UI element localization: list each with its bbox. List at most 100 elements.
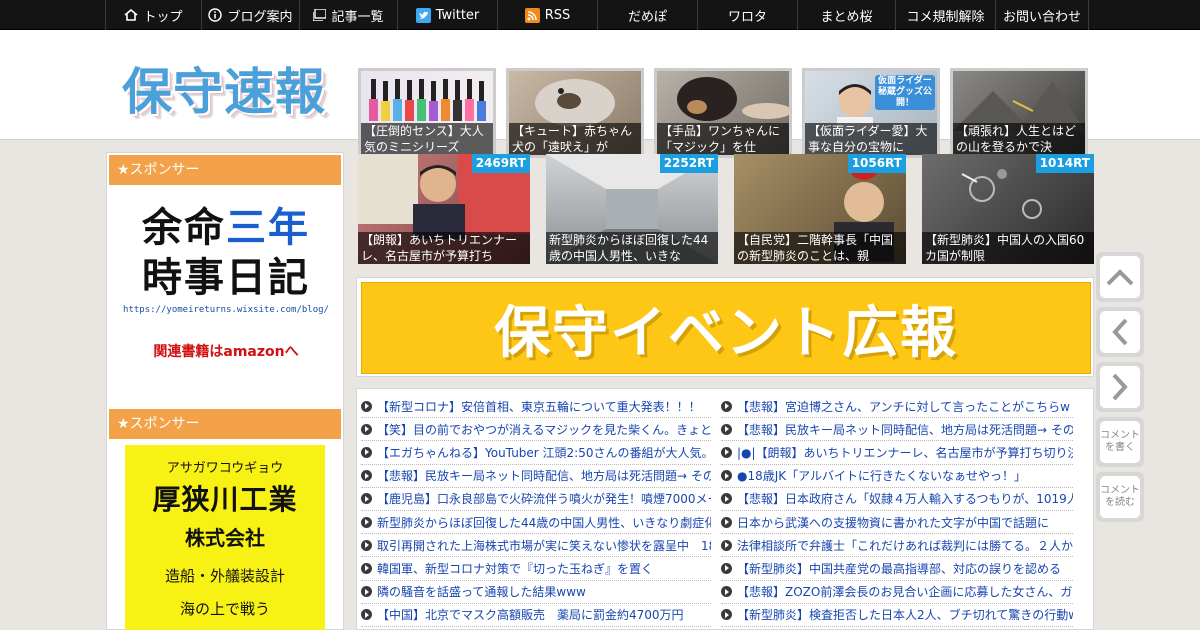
- mountain-image: [953, 81, 1085, 131]
- thumb-caption: 【頑張れ】人生とはどの山を登るかで決: [953, 123, 1085, 155]
- nav-label: 記事一覧: [331, 9, 384, 25]
- nav-damepo[interactable]: だめぽ: [597, 0, 697, 30]
- nav-blog-guide[interactable]: ブログ案内: [201, 0, 299, 30]
- write-comment-label: コメントを書く: [1100, 430, 1140, 453]
- article-title: 【中国】北京でマスク高額販売 薬局に罰金約4700万円: [377, 608, 684, 623]
- featured-article[interactable]: 2469RT 【朗報】あいちトリエンナーレ、名古屋市が予算打ち: [358, 154, 530, 264]
- thumb-caption: 【仮面ライダー愛】大事な自分の宝物に: [805, 123, 937, 155]
- chevron-up-icon: [1106, 269, 1134, 286]
- scroll-top-button[interactable]: [1096, 252, 1144, 302]
- top-navigation: トップ ブログ案内 記事一覧 Twitter RSS だめぽ ワロタ まとめ桜 …: [0, 0, 1200, 30]
- article-title: |●|【朗報】あいちトリエンナーレ、名古屋市が予算打ち切り決: [737, 445, 1073, 460]
- featured-article[interactable]: 1056RT 【自民党】二階幹事長「中国の新型肺炎のことは、親: [734, 154, 906, 264]
- nav-matome-sakura[interactable]: まとめ桜: [797, 0, 895, 30]
- play-bullet-icon: [721, 562, 732, 574]
- ad-title-part: 三年: [226, 205, 310, 251]
- thumb-overlay-text: 仮面ライダー 秘蔵グッズ公開！: [875, 75, 935, 110]
- previous-article-button[interactable]: [1096, 307, 1144, 357]
- article-link[interactable]: 取引再開された上海株式市場が実に笑えない惨状を露呈中 18: [361, 534, 711, 558]
- thumb-caption: 【圧倒的センス】大人気のミニシリーズ: [361, 123, 493, 155]
- sponsor-header: ★スポンサー: [109, 409, 341, 439]
- article-column-right: 【悲報】宮迫博之さん、アンチに対して言ったことがこちらw 【悲報】民放キー局ネット…: [721, 395, 1073, 627]
- article-link[interactable]: 【悲報】民放キー局ネット同時配信、地方局は死活問題→ その: [721, 418, 1073, 442]
- read-comment-button[interactable]: コメントを読む: [1096, 472, 1144, 522]
- article-link[interactable]: 【悲報】宮迫博之さん、アンチに対して言ったことがこちらw: [721, 395, 1073, 419]
- site-header: 保守速報 【圧倒的センス】大人気のミニシリーズ 【キュート】赤ちゃん犬の「遠吠え…: [0, 30, 1200, 158]
- chevron-left-icon: [1112, 318, 1128, 346]
- header-thumbnails: 【圧倒的センス】大人気のミニシリーズ 【キュート】赤ちゃん犬の「遠吠え」が 【手…: [358, 68, 1088, 158]
- sponsor-ad-yomei[interactable]: 余命三年 時事日記 https://yomeireturns.wixsite.c…: [117, 203, 335, 361]
- featured-articles: 2469RT 【朗報】あいちトリエンナーレ、名古屋市が予算打ち 2252RT 新…: [358, 154, 1094, 264]
- twitter-icon: [415, 7, 431, 23]
- nav-warota[interactable]: ワロタ: [697, 0, 797, 30]
- article-link[interactable]: 隣の騒音を話盛って通報した結果www: [361, 581, 711, 604]
- amazon-link[interactable]: 関連書籍はamazonへ: [117, 341, 335, 361]
- play-bullet-icon: [361, 400, 372, 412]
- article-link[interactable]: 【中国】北京でマスク高額販売 薬局に罰金約4700万円: [361, 604, 711, 627]
- retweet-count: 2469RT: [471, 154, 530, 173]
- article-title: 【鹿児島】口永良部島で火砕流伴う噴火が発生！噴煙7000メー: [377, 492, 711, 507]
- header-thumb[interactable]: 【手品】ワンちゃんに「マジック」を仕: [654, 68, 792, 158]
- article-link[interactable]: ●18歳JK「アルバイトに行きたくないなぁせやっ！」: [721, 465, 1073, 488]
- header-thumb[interactable]: 【キュート】赤ちゃん犬の「遠吠え」が: [506, 68, 644, 158]
- ad-company-name: 厚狭川工業: [152, 483, 298, 516]
- play-bullet-icon: [721, 586, 732, 598]
- article-link[interactable]: 法律相談所で弁護士「これだけあれば裁判には勝てる。２人か: [721, 534, 1073, 558]
- article-column-left: 【新型コロナ】安倍首相、東京五輪について重大発表！！！ 【笑】目の前でおやつが消え…: [361, 395, 711, 627]
- nav-rss[interactable]: RSS: [497, 0, 597, 30]
- play-bullet-icon: [721, 493, 732, 505]
- article-link[interactable]: 【新型肺炎】検査拒否した日本人2人、ブチ切れて驚きの行動w: [721, 604, 1073, 627]
- play-bullet-icon: [721, 423, 732, 435]
- article-title: 日本から武漢への支援物資に書かれた文字が中国で話題に: [737, 515, 1050, 530]
- article-link[interactable]: |●|【朗報】あいちトリエンナーレ、名古屋市が予算打ち切り決: [721, 441, 1073, 465]
- header-thumb[interactable]: 【圧倒的センス】大人気のミニシリーズ: [358, 68, 496, 158]
- site-logo[interactable]: 保守速報: [122, 52, 326, 124]
- article-link[interactable]: 【笑】目の前でおやつが消えるマジックを見た柴くん。きょと: [361, 418, 711, 442]
- featured-article[interactable]: 2252RT 新型肺炎からほぼ回復した44歳の中国人男性、いきな: [546, 154, 718, 264]
- nav-comment-unblock[interactable]: コメ規制解除: [895, 0, 995, 30]
- write-comment-button[interactable]: コメントを書く: [1096, 417, 1144, 467]
- play-bullet-icon: [361, 470, 372, 482]
- play-bullet-icon: [361, 539, 372, 551]
- header-thumb[interactable]: 【頑張れ】人生とはどの山を登るかで決: [950, 68, 1088, 158]
- nav-label: まとめ桜: [820, 9, 873, 25]
- thumb-caption: 【手品】ワンちゃんに「マジック」を仕: [657, 123, 789, 155]
- article-link[interactable]: 日本から武漢への支援物資に書かれた文字が中国で話題に: [721, 511, 1073, 535]
- article-link[interactable]: 【エガちゃんねる】YouTuber 江頭2:50さんの番組が大人気。数: [361, 441, 711, 465]
- play-bullet-icon: [721, 400, 732, 412]
- featured-article[interactable]: 1014RT 【新型肺炎】中国人の入国60カ国が制限: [922, 154, 1094, 264]
- article-title: 韓国軍、新型コロナ対策で『切った玉ねぎ』を置く: [377, 561, 654, 576]
- article-link[interactable]: 【悲報】ZOZO前澤会長のお見合い企画に応募した女さん、ガチ: [721, 581, 1073, 604]
- article-link[interactable]: 【鹿児島】口永良部島で火砕流伴う噴火が発生！噴煙7000メー: [361, 488, 711, 511]
- article-link[interactable]: 【悲報】日本政府さん「奴隷４万人輸入するつもりが、1019人: [721, 488, 1073, 511]
- nav-label: Twitter: [435, 7, 480, 23]
- article-title: 【悲報】民放キー局ネット同時配信、地方局は死活問題→ その: [377, 469, 711, 484]
- header-thumb[interactable]: 仮面ライダー 秘蔵グッズ公開！ 【仮面ライダー愛】大事な自分の宝物に: [802, 68, 940, 158]
- article-title: 【悲報】民放キー局ネット同時配信、地方局は死活問題→ その: [737, 422, 1073, 437]
- nav-home[interactable]: トップ: [105, 0, 201, 30]
- retweet-count: 2252RT: [659, 154, 718, 173]
- article-title: 【新型コロナ】安倍首相、東京五輪について重大発表！！！: [377, 399, 701, 414]
- ad-title-line2: 時事日記: [142, 255, 310, 301]
- article-title: 【エガちゃんねる】YouTuber 江頭2:50さんの番組が大人気。数: [377, 445, 711, 460]
- article-link[interactable]: 【新型コロナ】安倍首相、東京五輪について重大発表！！！: [361, 395, 711, 419]
- ad-company-type: 株式会社: [185, 526, 265, 550]
- nav-article-list[interactable]: 記事一覧: [299, 0, 397, 30]
- article-link[interactable]: 韓国軍、新型コロナ対策で『切った玉ねぎ』を置く: [361, 557, 711, 581]
- article-title: 【悲報】日本政府さん「奴隷４万人輸入するつもりが、1019人: [737, 492, 1073, 507]
- article-link[interactable]: 【悲報】民放キー局ネット同時配信、地方局は死活問題→ その: [361, 465, 711, 488]
- ad-title-line1: 余命三年: [117, 203, 335, 253]
- next-article-button[interactable]: [1096, 362, 1144, 412]
- nav-twitter[interactable]: Twitter: [397, 0, 497, 30]
- floating-buttons: コメントを書く コメントを読む: [1096, 252, 1146, 527]
- play-bullet-icon: [721, 446, 732, 458]
- event-banner[interactable]: 保守イベント広報: [361, 282, 1091, 374]
- article-link[interactable]: 新型肺炎からほぼ回復した44歳の中国人男性、いきなり劇症化: [361, 511, 711, 535]
- article-link[interactable]: 【新型肺炎】中国共産党の最高指導部、対応の誤りを認める: [721, 557, 1073, 581]
- home-icon: [124, 9, 138, 21]
- nav-contact[interactable]: お問い合わせ: [995, 0, 1089, 30]
- featured-caption: 【新型肺炎】中国人の入国60カ国が制限: [922, 232, 1094, 264]
- article-title: 【新型肺炎】中国共産党の最高指導部、対応の誤りを認める: [737, 561, 1062, 576]
- play-bullet-icon: [721, 609, 732, 621]
- sponsor-ad-asagawa[interactable]: アサガワコウギョウ 厚狭川工業 株式会社 造船・外艤装設計 海の上で戦う: [125, 445, 325, 630]
